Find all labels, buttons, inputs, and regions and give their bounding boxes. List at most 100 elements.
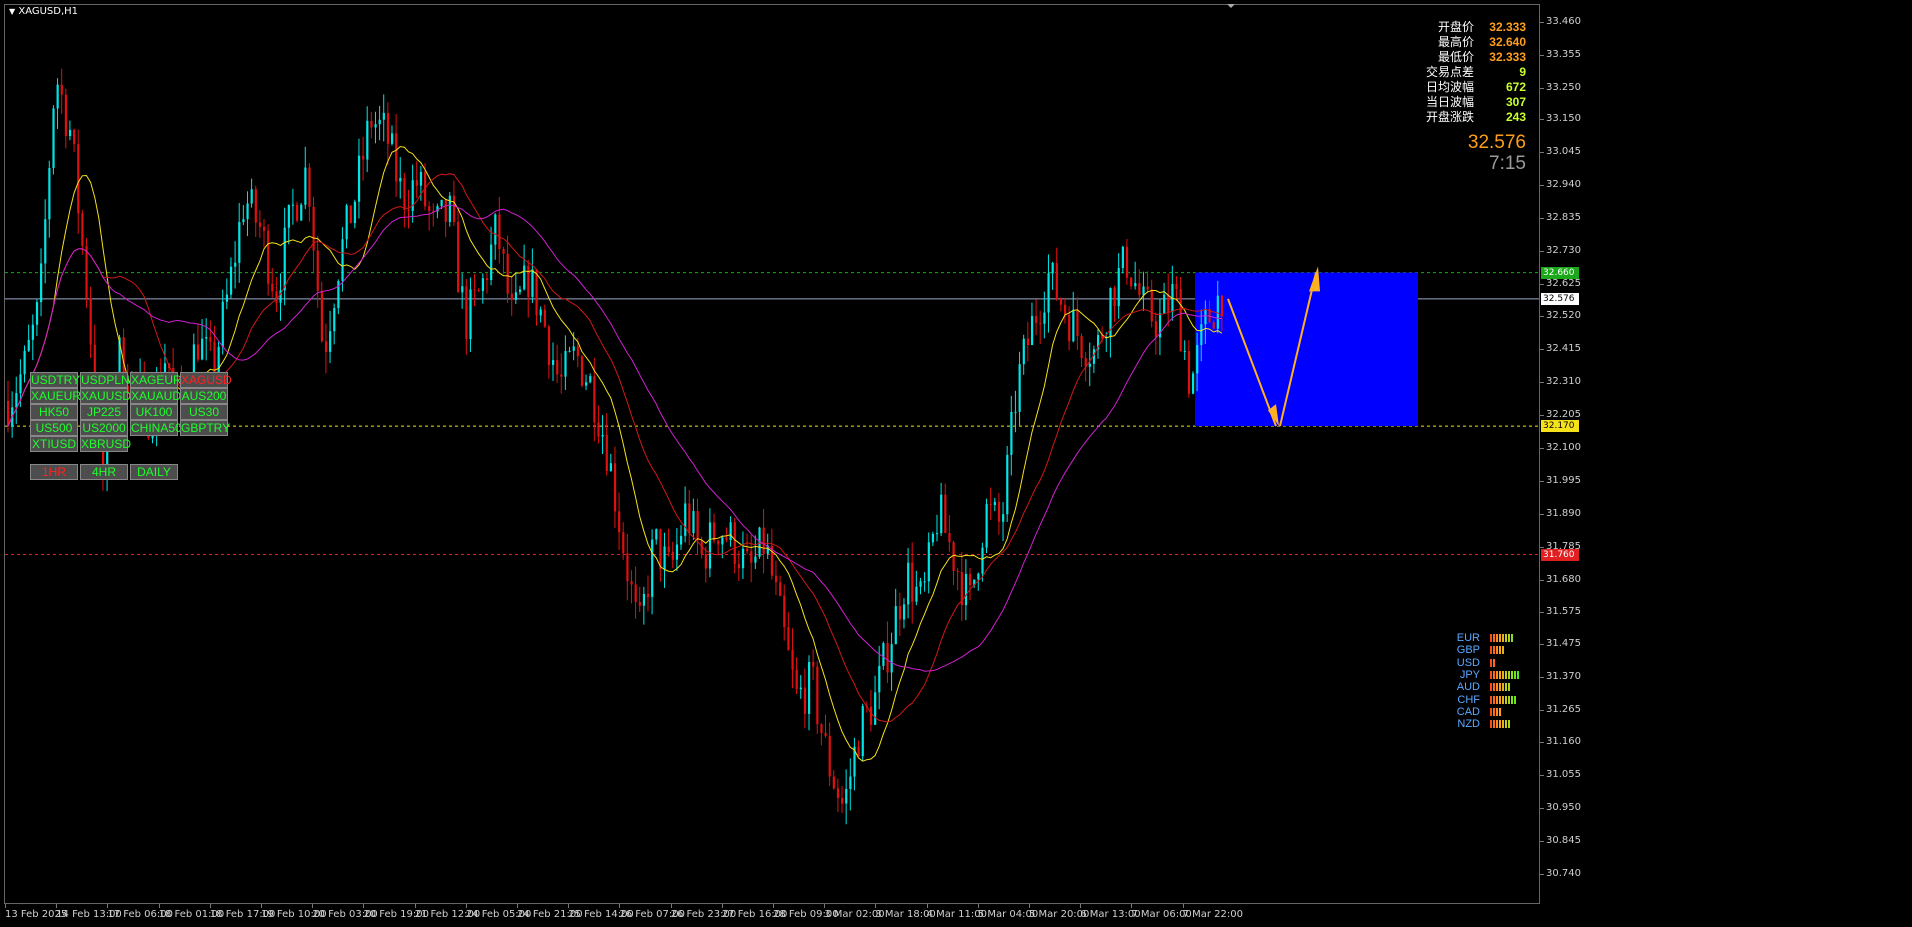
symbol-button-china50[interactable]: CHINA50	[130, 420, 182, 436]
candle-body	[803, 687, 807, 714]
candle-body	[931, 533, 935, 543]
time-tick-label: 7 Mar 22:00	[1182, 909, 1243, 920]
info-label: 最高价	[1437, 35, 1474, 49]
symbol-button-jp225[interactable]: JP225	[80, 404, 128, 420]
symbol-button-xauaud[interactable]: XAUAUD	[130, 388, 181, 404]
candle-body	[1022, 338, 1025, 365]
strength-bars	[1490, 683, 1510, 692]
candle-body	[514, 292, 518, 300]
candle-body	[543, 309, 546, 327]
candle-body	[692, 511, 695, 534]
strength-bar	[1493, 646, 1495, 655]
candle-body	[601, 434, 604, 437]
strength-bar	[1508, 683, 1510, 692]
candle-body	[915, 586, 918, 602]
price-tick-label: 30.845	[1546, 835, 1581, 847]
currency-strength-row: AUD	[1448, 681, 1528, 693]
strength-bar	[1496, 683, 1498, 692]
candle-body	[296, 204, 299, 221]
currency-strength-row: USD	[1448, 657, 1528, 669]
candle-body	[593, 376, 596, 423]
price-tick-mark	[1540, 87, 1544, 89]
symbol-button-hk50[interactable]: HK50	[30, 404, 78, 420]
price-tick-mark	[1540, 382, 1544, 384]
info-label: 交易点差	[1425, 65, 1474, 79]
symbol-button-usdpln[interactable]: USDPLN	[80, 372, 130, 388]
symbol-button-aus200[interactable]: AUS200	[180, 388, 228, 404]
candle-body	[659, 529, 662, 570]
strength-bar	[1490, 646, 1492, 655]
time-tick-mark	[517, 904, 518, 908]
timeframe-button-1hr[interactable]: 1HR	[30, 464, 78, 480]
candle-body	[717, 540, 720, 545]
candle-body	[556, 360, 559, 375]
price-tick-label: 31.890	[1546, 507, 1581, 519]
price-level-badge: 32.170	[1541, 420, 1579, 433]
symbol-button-xbrusd[interactable]: XBRUSD	[80, 436, 131, 452]
time-tick-mark	[56, 904, 58, 908]
strength-bar	[1508, 720, 1510, 729]
time-tick-mark	[721, 904, 723, 908]
candle-body	[816, 666, 819, 725]
candle-body	[634, 584, 637, 603]
currency-label: USD	[1456, 656, 1480, 669]
price-level-badge: 32.576	[1541, 292, 1579, 305]
symbol-button-xageur[interactable]: XAGEUR	[130, 372, 182, 388]
symbol-button-xtiusd[interactable]: XTIUSD	[30, 436, 78, 452]
candle-body	[849, 776, 852, 790]
candle-body	[890, 644, 893, 673]
candle-body	[469, 289, 472, 340]
strength-bar	[1514, 670, 1516, 679]
candle-body	[201, 338, 204, 360]
timeframe-button-daily[interactable]: DAILY	[130, 464, 178, 480]
candle-body	[44, 219, 47, 264]
symbol-button-us500[interactable]: US500	[30, 420, 78, 436]
candle-body	[679, 535, 683, 545]
currency-label: NZD	[1457, 718, 1480, 731]
candle-body	[919, 581, 922, 587]
price-tick-mark	[1540, 643, 1544, 645]
candle-body	[989, 504, 992, 506]
candle-body	[1088, 363, 1091, 367]
price-tick-mark	[1540, 151, 1544, 153]
candle-body	[1167, 294, 1170, 312]
symbol-button-usdtry[interactable]: USDTRY	[30, 372, 80, 388]
price-tick-label: 30.950	[1546, 802, 1581, 814]
candle-body	[1121, 246, 1124, 269]
price-tick-label: 31.265	[1546, 703, 1581, 715]
dropdown-triangle-icon[interactable]: ▼	[9, 7, 15, 16]
info-label: 开盘涨跌	[1425, 110, 1474, 124]
strength-bar	[1496, 670, 1498, 679]
price-axis[interactable]	[1540, 4, 1912, 904]
candle-body	[345, 205, 348, 240]
strength-bar	[1490, 683, 1492, 692]
symbol-button-us30[interactable]: US30	[180, 404, 228, 420]
info-value: 9	[1519, 65, 1526, 79]
symbol-button-uk100[interactable]: UK100	[130, 404, 178, 420]
symbol-button-us2000[interactable]: US2000	[80, 420, 128, 436]
candle-body	[671, 551, 674, 560]
strength-bar	[1496, 646, 1498, 655]
candle-body	[1117, 268, 1120, 307]
candle-body	[964, 573, 968, 606]
candle-body	[572, 346, 575, 351]
symbol-button-xaueur[interactable]: XAUEUR	[30, 388, 81, 404]
symbol-button-xagusd[interactable]: XAGUSD	[180, 372, 232, 388]
price-tick-mark	[1540, 415, 1544, 417]
candle-body	[440, 199, 443, 207]
candle-body	[7, 401, 10, 427]
strength-bar	[1493, 634, 1495, 642]
candle-body	[923, 581, 926, 583]
candle-body	[304, 167, 307, 205]
symbol-button-gbptry[interactable]: GBPTRY	[180, 420, 230, 436]
candle-body	[510, 293, 513, 300]
price-level-badge: 31.760	[1541, 548, 1579, 561]
price-tick-label: 31.370	[1546, 670, 1581, 682]
candle-body	[985, 504, 988, 548]
info-panel: 开盘价 32.333 最高价 32.640 最低价 32.333 交易点差 9 日均波幅 672 当…	[1426, 20, 1526, 125]
candle-body	[490, 244, 493, 281]
symbol-button-xauusd[interactable]: XAUUSD	[80, 388, 131, 404]
candle-body	[655, 529, 658, 540]
candle-body	[246, 203, 249, 220]
timeframe-button-4hr[interactable]: 4HR	[80, 464, 128, 480]
